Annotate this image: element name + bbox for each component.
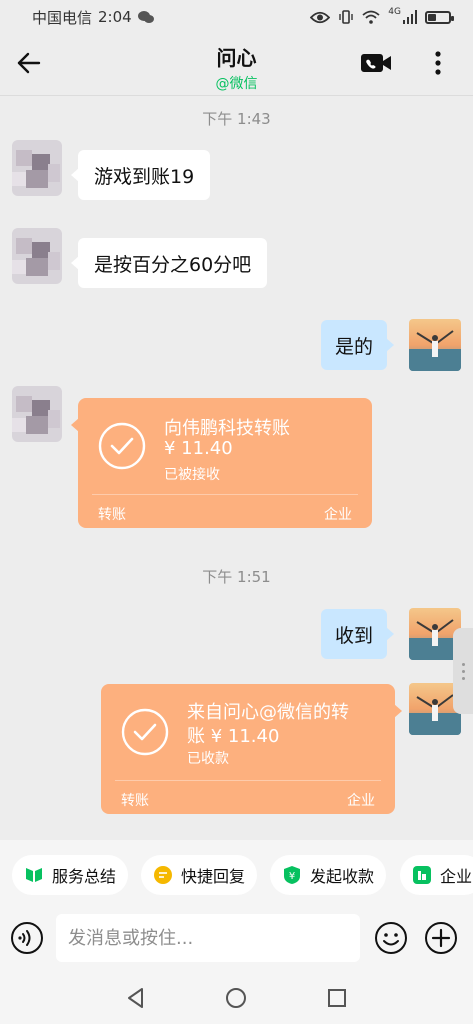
wechat-notification-icon bbox=[137, 10, 154, 23]
timestamp: 下午 1:43 bbox=[202, 110, 271, 128]
transfer-amount: 账 ¥ 11.40 bbox=[187, 726, 280, 747]
nav-home-icon[interactable] bbox=[224, 986, 248, 1010]
status-left: 中国电信 2:04 bbox=[32, 7, 154, 28]
side-drawer-handle[interactable] bbox=[453, 628, 473, 714]
check-circle-icon bbox=[121, 708, 169, 756]
signal-icon bbox=[403, 10, 417, 24]
transfer-type-label: 转账 bbox=[121, 793, 149, 809]
chip-label: 服务总结 bbox=[52, 867, 117, 886]
transfer-card-received[interactable]: 向伟鹏科技转账 ¥ 11.40 已被接收 转账 企业 bbox=[71, 398, 372, 528]
transfer-divider bbox=[115, 780, 381, 781]
video-call-icon[interactable] bbox=[360, 50, 392, 76]
transfer-source-label: 企业 bbox=[324, 507, 352, 523]
transfer-type-label: 转账 bbox=[98, 507, 126, 523]
svg-text:¥: ¥ bbox=[289, 871, 295, 882]
transfer-status: 已被接收 bbox=[164, 467, 220, 483]
outgoing-message[interactable]: 收到 bbox=[321, 609, 395, 659]
title-wrap: 问心 @微信 bbox=[0, 42, 473, 93]
message-input[interactable] bbox=[56, 914, 360, 962]
nav-recent-icon[interactable] bbox=[325, 986, 349, 1010]
chip-label: 快捷回复 bbox=[181, 867, 246, 886]
more-vertical-icon[interactable] bbox=[428, 48, 448, 78]
quick-reply-icon bbox=[154, 866, 172, 884]
quick-reply-chip[interactable]: 快捷回复 bbox=[141, 855, 258, 895]
transfer-title: 来自问心@微信的转 bbox=[187, 702, 349, 723]
incoming-message[interactable]: 是按百分之60分吧 bbox=[70, 238, 268, 288]
network-type: 4G bbox=[388, 7, 401, 17]
eye-icon bbox=[310, 11, 331, 23]
wifi-icon bbox=[362, 10, 380, 24]
chip-label: 企业 bbox=[440, 867, 473, 886]
transfer-amount: ¥ 11.40 bbox=[164, 438, 233, 459]
chip-label: 发起收款 bbox=[310, 867, 375, 886]
status-bar: 中国电信 2:04 4G bbox=[0, 0, 473, 34]
transfer-title: 向伟鹏科技转账 bbox=[164, 418, 290, 439]
status-time: 2:04 bbox=[98, 8, 132, 26]
outgoing-message[interactable]: 是的 bbox=[321, 320, 395, 370]
transfer-status: 已收款 bbox=[187, 751, 229, 767]
plus-icon[interactable] bbox=[424, 921, 458, 955]
battery-icon bbox=[425, 10, 454, 24]
enterprise-icon bbox=[413, 866, 431, 884]
check-circle-icon bbox=[98, 422, 146, 470]
emoji-icon[interactable] bbox=[374, 921, 408, 955]
input-bar bbox=[0, 906, 473, 972]
collect-payment-chip[interactable]: ¥ 发起收款 bbox=[270, 855, 387, 895]
chat-title: 问心 bbox=[216, 46, 257, 70]
contact-avatar[interactable] bbox=[12, 386, 62, 442]
service-summary-chip[interactable]: 服务总结 bbox=[12, 855, 129, 895]
vibrate-icon bbox=[339, 10, 353, 24]
collect-payment-icon: ¥ bbox=[284, 866, 300, 884]
transfer-divider bbox=[92, 494, 358, 495]
nav-back-icon[interactable] bbox=[124, 986, 148, 1010]
chat-header: 问心 @微信 bbox=[0, 34, 473, 96]
system-nav-bar bbox=[0, 972, 473, 1024]
chat-area[interactable]: 下午 1:43 游戏到账19 是按百分之60分吧 是的 向伟鹏科技转账 ¥ 11… bbox=[0, 96, 473, 840]
transfer-card-sent[interactable]: 来自问心@微信的转 账 ¥ 11.40 已收款 转账 企业 bbox=[101, 684, 402, 814]
carrier-name: 中国电信 bbox=[32, 8, 93, 27]
my-avatar[interactable] bbox=[409, 319, 461, 371]
voice-input-icon[interactable] bbox=[10, 921, 44, 955]
incoming-message[interactable]: 游戏到账19 bbox=[70, 150, 211, 200]
transfer-source-label: 企业 bbox=[347, 793, 375, 809]
contact-avatar[interactable] bbox=[12, 228, 62, 284]
enterprise-chip[interactable]: 企业 bbox=[400, 855, 473, 895]
timestamp: 下午 1:51 bbox=[202, 568, 271, 586]
status-right: 4G bbox=[310, 7, 454, 25]
contact-avatar[interactable] bbox=[12, 140, 62, 196]
quick-action-bar: 服务总结 快捷回复 ¥ 发起收款 企业 bbox=[0, 840, 473, 906]
service-summary-icon bbox=[26, 868, 42, 882]
chat-subtitle: @微信 bbox=[215, 76, 258, 92]
